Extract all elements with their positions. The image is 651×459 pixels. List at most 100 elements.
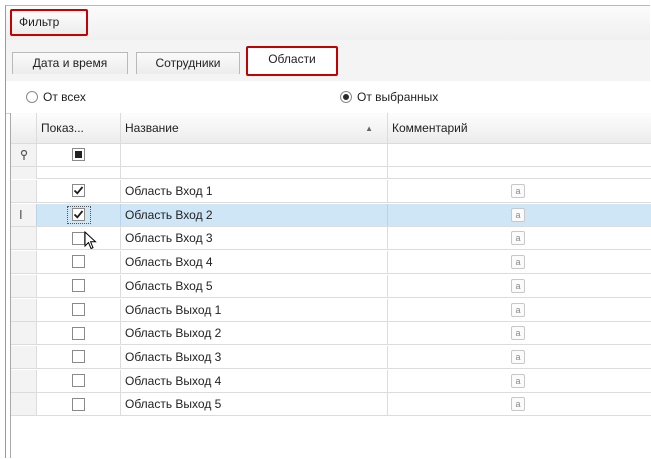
row-show-checkbox[interactable]: [72, 373, 85, 387]
menu-bar: Фильтр: [6, 6, 650, 40]
row-show-checkbox[interactable]: [72, 279, 85, 293]
row-show-cell[interactable]: [37, 322, 121, 345]
table-row[interactable]: Область Вход 3 a: [11, 227, 651, 251]
row-show-cell[interactable]: [37, 227, 121, 250]
row-show-cell[interactable]: [37, 203, 121, 226]
row-show-checkbox[interactable]: [72, 350, 85, 364]
row-name-cell[interactable]: Область Выход 4: [121, 369, 388, 392]
tab-areas[interactable]: Области: [246, 46, 338, 76]
row-indicator[interactable]: [11, 227, 37, 250]
sort-ascending-icon: ▲: [365, 124, 373, 133]
row-comment-cell[interactable]: a: [388, 275, 651, 297]
radio-from-all[interactable]: От всех: [26, 89, 86, 105]
column-header-name[interactable]: Название ▲: [121, 113, 388, 144]
table-row[interactable]: Область Выход 4 a: [11, 369, 651, 393]
header-indicator-cell: [11, 113, 37, 144]
spacer-name: [121, 167, 388, 179]
radio-from-all-dot[interactable]: [26, 91, 38, 103]
radio-from-selected[interactable]: От выбранных: [340, 89, 438, 105]
pin-icon: [20, 150, 28, 160]
row-comment-cell[interactable]: a: [388, 322, 651, 344]
table-row[interactable]: Область Вход 1 a: [11, 180, 651, 203]
note-icon[interactable]: a: [511, 349, 525, 364]
row-name-cell[interactable]: Область Вход 5: [121, 274, 388, 297]
filter-comment-cell[interactable]: [388, 144, 651, 166]
row-name-cell[interactable]: Область Выход 3: [121, 345, 388, 368]
table-row[interactable]: Область Выход 3 a: [11, 345, 651, 369]
table-row[interactable]: Область Вход 5 a: [11, 274, 651, 298]
column-header-comment[interactable]: Комментарий: [388, 113, 651, 144]
row-show-cell[interactable]: [37, 393, 121, 416]
row-show-checkbox[interactable]: [72, 255, 85, 269]
spacer-indicator: [11, 167, 37, 179]
row-show-cell[interactable]: [37, 180, 121, 202]
row-name-cell[interactable]: Область Выход 5: [121, 393, 388, 416]
row-show-cell[interactable]: [37, 345, 121, 368]
filter-show-cell[interactable]: [37, 144, 121, 166]
filter-show-checkbox[interactable]: [72, 148, 85, 162]
row-comment-cell[interactable]: a: [388, 346, 651, 368]
table-row[interactable]: I Область Вход 2 a: [11, 203, 651, 227]
note-icon[interactable]: a: [511, 302, 525, 317]
row-show-checkbox[interactable]: [72, 184, 85, 198]
row-indicator[interactable]: [11, 180, 37, 202]
table-row[interactable]: Область Выход 1 a: [11, 298, 651, 322]
row-show-checkbox[interactable]: [72, 302, 85, 316]
row-show-cell[interactable]: [37, 298, 121, 321]
row-show-cell[interactable]: [37, 274, 121, 297]
note-icon[interactable]: a: [511, 231, 525, 246]
row-indicator[interactable]: [11, 298, 37, 321]
row-indicator[interactable]: [11, 274, 37, 297]
row-name-cell[interactable]: Область Выход 1: [121, 298, 388, 321]
note-icon[interactable]: a: [511, 207, 525, 222]
source-radio-group: От всех От выбранных: [6, 81, 650, 114]
areas-grid: Показ... Название ▲ Комментарий Область …: [10, 113, 651, 458]
note-icon[interactable]: a: [511, 373, 525, 388]
row-name: Область Вход 5: [125, 278, 213, 293]
row-name: Область Выход 3: [125, 349, 222, 364]
tab-employees[interactable]: Сотрудники: [136, 52, 240, 74]
filter-name-cell[interactable]: [121, 144, 388, 166]
note-icon[interactable]: a: [511, 326, 525, 341]
table-row[interactable]: Область Выход 2 a: [11, 322, 651, 346]
row-comment-cell[interactable]: a: [388, 370, 651, 392]
row-comment-cell[interactable]: a: [388, 299, 651, 321]
tab-date-time[interactable]: Дата и время: [12, 52, 128, 74]
row-indicator[interactable]: [11, 393, 37, 416]
row-show-cell[interactable]: [37, 251, 121, 274]
row-indicator[interactable]: [11, 345, 37, 368]
row-comment-cell[interactable]: a: [388, 204, 651, 226]
row-name: Область Вход 4: [125, 255, 213, 270]
table-row[interactable]: Область Вход 4 a: [11, 251, 651, 275]
row-indicator[interactable]: [11, 369, 37, 392]
column-header-show[interactable]: Показ...: [37, 113, 121, 144]
row-comment-cell[interactable]: a: [388, 393, 651, 415]
row-comment-cell[interactable]: a: [388, 180, 651, 202]
auto-filter-row: [11, 144, 651, 167]
row-name-cell[interactable]: Область Вход 4: [121, 251, 388, 274]
radio-from-selected-dot[interactable]: [340, 91, 352, 103]
row-name: Область Вход 1: [125, 184, 213, 198]
note-icon[interactable]: a: [511, 255, 525, 270]
row-indicator[interactable]: [11, 251, 37, 274]
row-name-cell[interactable]: Область Вход 3: [121, 227, 388, 250]
table-row[interactable]: Область Выход 5 a: [11, 393, 651, 417]
row-comment-cell[interactable]: a: [388, 227, 651, 249]
radio-from-selected-label: От выбранных: [357, 90, 439, 104]
focus-rectangle: [67, 205, 91, 224]
row-show-checkbox[interactable]: [72, 397, 85, 411]
row-indicator[interactable]: [11, 322, 37, 345]
row-name-cell[interactable]: Область Вход 1: [121, 180, 388, 202]
note-icon[interactable]: a: [511, 397, 525, 412]
row-comment-cell[interactable]: a: [388, 251, 651, 273]
note-icon[interactable]: a: [511, 184, 525, 198]
row-show-checkbox[interactable]: [72, 326, 85, 340]
row-name-cell[interactable]: Область Вход 2: [121, 203, 388, 226]
column-header-name-label: Название: [125, 121, 179, 135]
filter-row-indicator: [11, 144, 37, 166]
row-show-cell[interactable]: [37, 369, 121, 392]
note-icon[interactable]: a: [511, 278, 525, 293]
filter-menu[interactable]: Фильтр: [10, 9, 88, 36]
row-name-cell[interactable]: Область Выход 2: [121, 322, 388, 345]
row-indicator[interactable]: I: [11, 203, 37, 226]
